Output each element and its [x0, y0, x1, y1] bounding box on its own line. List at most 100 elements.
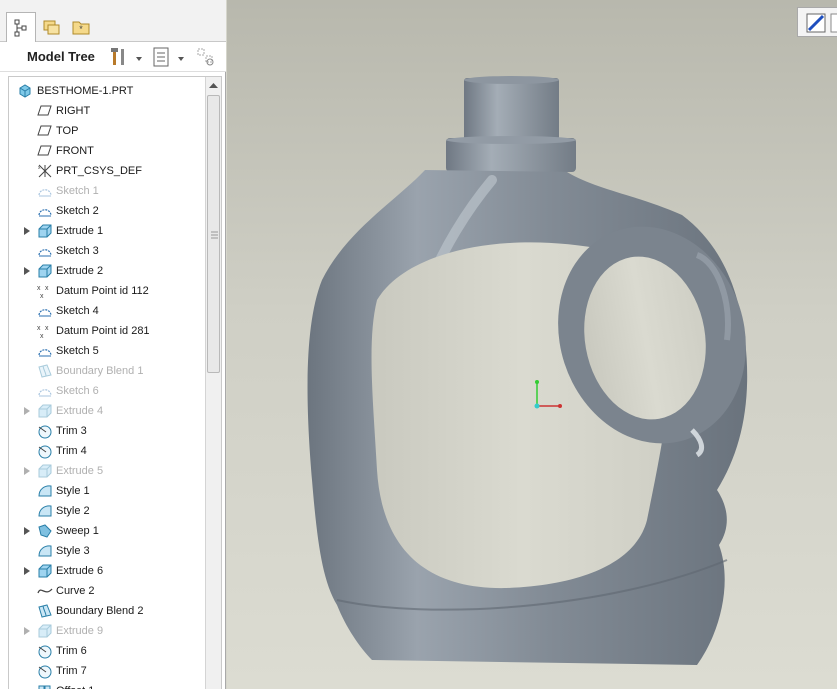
expand-arrow-icon[interactable]	[23, 526, 31, 536]
trim-icon	[37, 443, 53, 459]
tree-item[interactable]: Sketch 3	[9, 242, 205, 260]
tree-item[interactable]: x x x Datum Point id 281	[9, 322, 205, 340]
style-icon	[37, 483, 53, 499]
tree-scrollbar[interactable]	[205, 77, 221, 689]
tab-model-tree[interactable]	[6, 12, 36, 43]
graphics-viewport[interactable]	[227, 0, 837, 689]
favorites-icon: *	[72, 21, 90, 35]
tree-item[interactable]: Style 2	[9, 502, 205, 520]
tools-icon[interactable]	[108, 46, 130, 73]
svg-text:x: x	[37, 285, 41, 292]
tree-item-label: Sweep 1	[56, 525, 99, 537]
expand-arrow-icon[interactable]	[23, 406, 31, 416]
view-toolbar[interactable]	[797, 7, 837, 37]
tree-item[interactable]: Sketch 6	[9, 382, 205, 400]
tree-item[interactable]: Extrude 6	[9, 562, 205, 580]
style-icon	[37, 543, 53, 559]
tree-item-label: Sketch 1	[56, 185, 99, 197]
tree-item[interactable]: Boundary Blend 1	[9, 362, 205, 380]
part-icon	[19, 84, 31, 98]
tree-item-label: Extrude 6	[56, 565, 104, 577]
settings-list-icon[interactable]	[151, 46, 171, 73]
scroll-up-icon[interactable]	[206, 77, 221, 92]
tab-folder-browser[interactable]	[37, 12, 67, 42]
tree-item[interactable]: Sketch 4	[9, 302, 205, 320]
tree-item-label: Style 2	[56, 505, 90, 517]
tree-item-label: Sketch 3	[56, 245, 99, 257]
svg-text:x: x	[37, 325, 41, 332]
coordinate-system-icon: x	[37, 163, 53, 179]
show-filter-icon[interactable]	[196, 46, 218, 73]
svg-text:x: x	[45, 285, 49, 292]
tree-item-label: Datum Point id 281	[56, 325, 150, 337]
datum-plane-icon	[37, 123, 53, 139]
expand-arrow-icon[interactable]	[23, 566, 31, 576]
datum-plane-icon	[37, 103, 53, 119]
sketch-icon	[37, 203, 53, 219]
extrude-icon	[37, 263, 53, 279]
style-icon	[37, 503, 53, 519]
tree-item-label: Sketch 6	[56, 385, 99, 397]
tree-item-label: Extrude 2	[56, 265, 104, 277]
tree-item[interactable]: RIGHT	[9, 102, 205, 120]
tree-item-label: RIGHT	[56, 105, 91, 117]
boundary-blend-icon	[37, 363, 53, 379]
tree-item[interactable]: Extrude 4	[9, 402, 205, 420]
tree-item[interactable]: Boundary Blend 2	[9, 602, 205, 620]
sketch-icon	[37, 183, 53, 199]
tree-item[interactable]: Sketch 5	[9, 342, 205, 360]
tree-item-label: Boundary Blend 1	[56, 365, 144, 377]
tree-item-label: PRT_CSYS_DEF	[56, 165, 142, 177]
tree-item[interactable]: Extrude 9	[9, 622, 205, 640]
tree-item[interactable]: x PRT_CSYS_DEF	[9, 162, 205, 180]
expand-arrow-icon[interactable]	[23, 466, 31, 476]
chevron-down-icon[interactable]	[176, 51, 186, 69]
tree-item[interactable]: Trim 6	[9, 642, 205, 660]
chevron-down-icon[interactable]	[134, 51, 144, 69]
tree-item[interactable]: Extrude 5	[9, 462, 205, 480]
expand-arrow-icon[interactable]	[23, 626, 31, 636]
sketch-icon	[37, 343, 53, 359]
model-tree: BESTHOME-1.PRT RIGHT TOP FRONT x PRT_CSYS_DE…	[8, 76, 222, 689]
tree-item[interactable]: Offset 1	[9, 682, 205, 689]
tree-item[interactable]: Sketch 2	[9, 202, 205, 220]
tree-item[interactable]: Sweep 1	[9, 522, 205, 540]
folder-browser-icon	[43, 20, 60, 35]
offset-icon	[37, 683, 53, 689]
tree-item[interactable]: TOP	[9, 122, 205, 140]
tree-item-label: Offset 1	[56, 685, 94, 689]
extrude-icon	[37, 403, 53, 419]
tree-item[interactable]: Trim 3	[9, 422, 205, 440]
scrollbar-thumb[interactable]	[207, 95, 220, 373]
datum-plane-icon	[37, 143, 53, 159]
tree-item-label: Trim 3	[56, 425, 87, 437]
tree-item[interactable]: Trim 7	[9, 662, 205, 680]
model-tree-panel: * Model Tree BESTHOME-1.PRT RIGHT TOP FR…	[0, 0, 226, 689]
tree-item[interactable]: Extrude 1	[9, 222, 205, 240]
tree-item-label: Sketch 4	[56, 305, 99, 317]
tree-item[interactable]: FRONT	[9, 142, 205, 160]
sketch-icon	[37, 243, 53, 259]
svg-text:*: *	[79, 24, 83, 34]
tree-item-label: Style 1	[56, 485, 90, 497]
extrude-icon	[37, 623, 53, 639]
tree-item[interactable]: Style 1	[9, 482, 205, 500]
tree-root[interactable]: BESTHOME-1.PRT	[18, 82, 133, 100]
tree-item-label: Trim 6	[56, 645, 87, 657]
tree-item[interactable]: Trim 4	[9, 442, 205, 460]
tree-item[interactable]: Extrude 2	[9, 262, 205, 280]
tree-item[interactable]: Sketch 1	[9, 182, 205, 200]
datum-point-icon: xxx	[37, 283, 53, 300]
tree-item[interactable]: Style 3	[9, 542, 205, 560]
extrude-icon	[37, 463, 53, 479]
tab-favorites[interactable]: *	[66, 12, 96, 42]
model-tree-header: Model Tree	[0, 42, 226, 72]
expand-arrow-icon[interactable]	[23, 266, 31, 276]
tree-item[interactable]: x x x Datum Point id 112	[9, 282, 205, 300]
tree-item-label: TOP	[56, 125, 79, 137]
bottle-cap-top	[464, 78, 559, 140]
expand-arrow-icon[interactable]	[23, 226, 31, 236]
tree-root-label: BESTHOME-1.PRT	[37, 85, 134, 97]
tree-item[interactable]: Curve 2	[9, 582, 205, 600]
boundary-blend-icon	[37, 603, 53, 619]
